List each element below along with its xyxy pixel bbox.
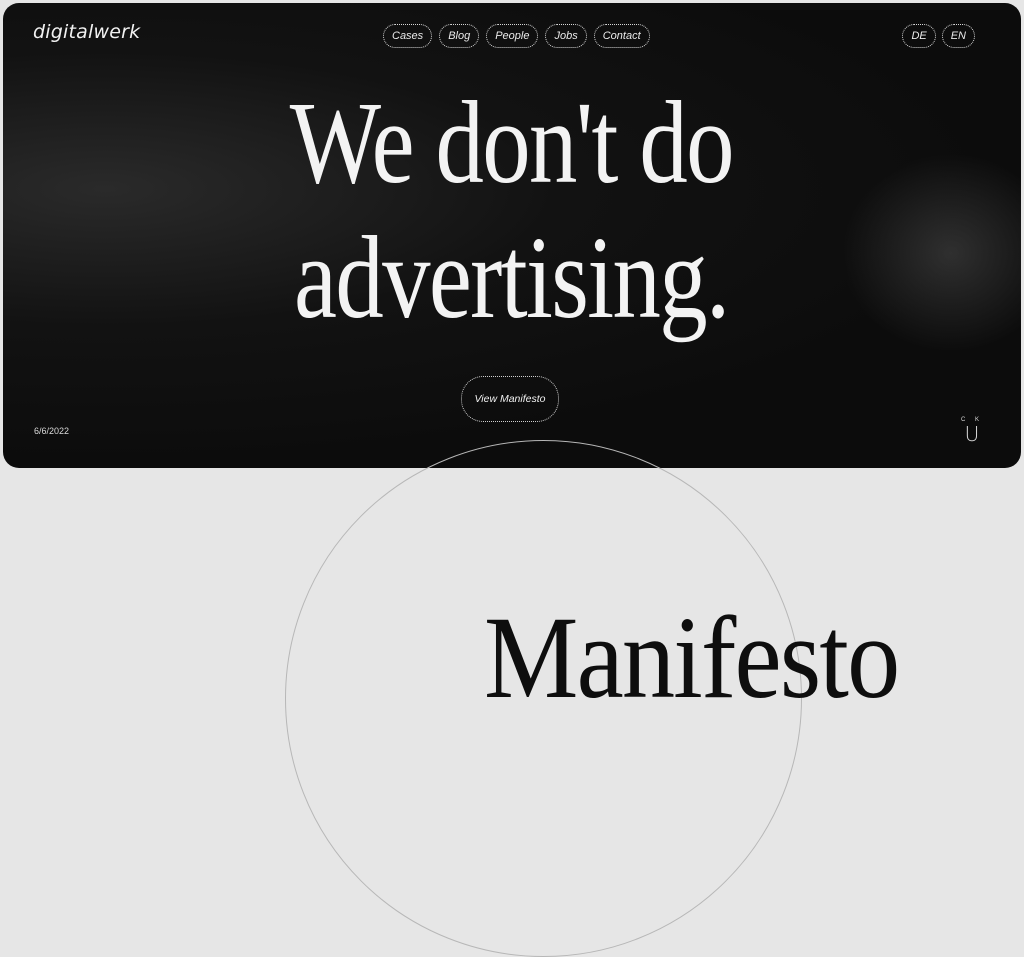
lang-de-button[interactable]: DE [902,24,936,48]
nav-item-jobs[interactable]: Jobs [545,24,587,48]
headline-line-1: We don't do [289,77,735,208]
nav-item-people[interactable]: People [486,24,539,48]
logo[interactable]: digitalwerk [33,21,140,43]
hero-headline: We don't do advertising. [94,75,929,345]
nav-item-cases[interactable]: Cases [383,24,433,48]
ck-u-mark-icon: C K U [961,416,983,446]
date-label: 6/6/2022 [34,426,70,436]
nav-item-contact[interactable]: Contact [593,24,650,48]
headline-line-2: advertising. [294,212,730,343]
main-nav: Cases Blog People Jobs Contact [383,24,650,48]
hero-section: digitalwerk Cases Blog People Jobs Conta… [3,3,1021,468]
lang-en-button[interactable]: EN [941,24,975,48]
view-manifesto-button[interactable]: View Manifesto [461,376,559,422]
nav-item-blog[interactable]: Blog [439,24,480,48]
badge-letter: U [964,422,980,446]
language-switcher: DE EN [902,24,975,48]
manifesto-heading: Manifesto [484,592,900,723]
